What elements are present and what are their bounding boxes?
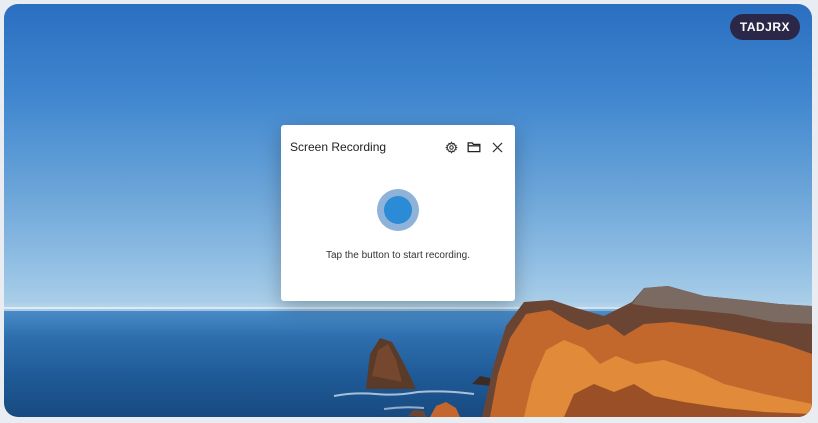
user-badge[interactable]: TADJRX — [729, 14, 800, 40]
dialog-title: Screen Recording — [290, 140, 387, 154]
folder-icon[interactable] — [466, 139, 482, 155]
screen-recording-dialog: Screen Recording Tap the button to start… — [281, 125, 515, 301]
gear-icon[interactable] — [443, 139, 459, 155]
dialog-header: Screen Recording — [281, 125, 515, 169]
record-button-inner — [384, 196, 412, 224]
record-button[interactable] — [377, 189, 419, 231]
record-hint: Tap the button to start recording. — [326, 250, 470, 261]
close-icon[interactable] — [489, 139, 505, 155]
